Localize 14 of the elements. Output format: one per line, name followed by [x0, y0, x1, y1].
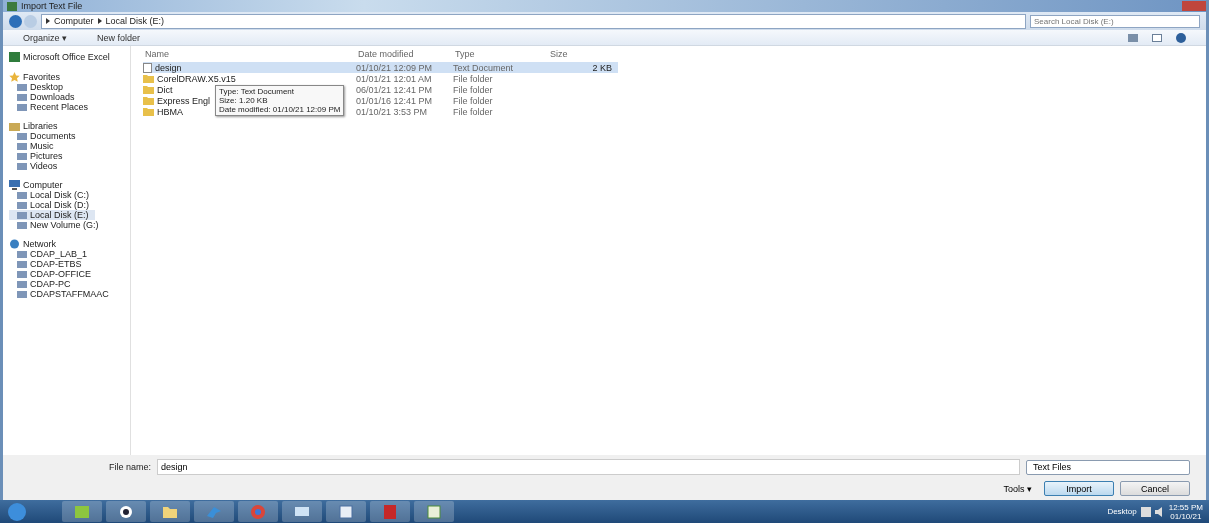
window-title: Import Text File: [21, 1, 83, 11]
type-cell: Text Document: [453, 62, 548, 73]
date-cell-text: 06/01/21 12:41 PM: [356, 84, 434, 95]
type-cell-text: File folder: [453, 84, 494, 95]
size-cell: 2 KB: [548, 62, 618, 73]
date-cell-text: 01/10/21 3:53 PM: [356, 106, 429, 117]
date-cell-text: 01/01/21 12:01 AM: [356, 73, 433, 84]
type-cell-text: File folder: [453, 106, 494, 117]
type-cell-text: File folder: [453, 95, 494, 106]
tooltip: Type: Text Document Size: 1.20 KB Date modified: 01/10/21 12:09 PM: [215, 85, 345, 116]
file-name-label: File name:: [109, 462, 152, 472]
date-cell-text: 01/01/16 12:41 PM: [356, 95, 434, 106]
type-cell-text: File folder: [453, 73, 494, 84]
date-cell: 01/10/21 12:09 PM: [356, 62, 453, 73]
